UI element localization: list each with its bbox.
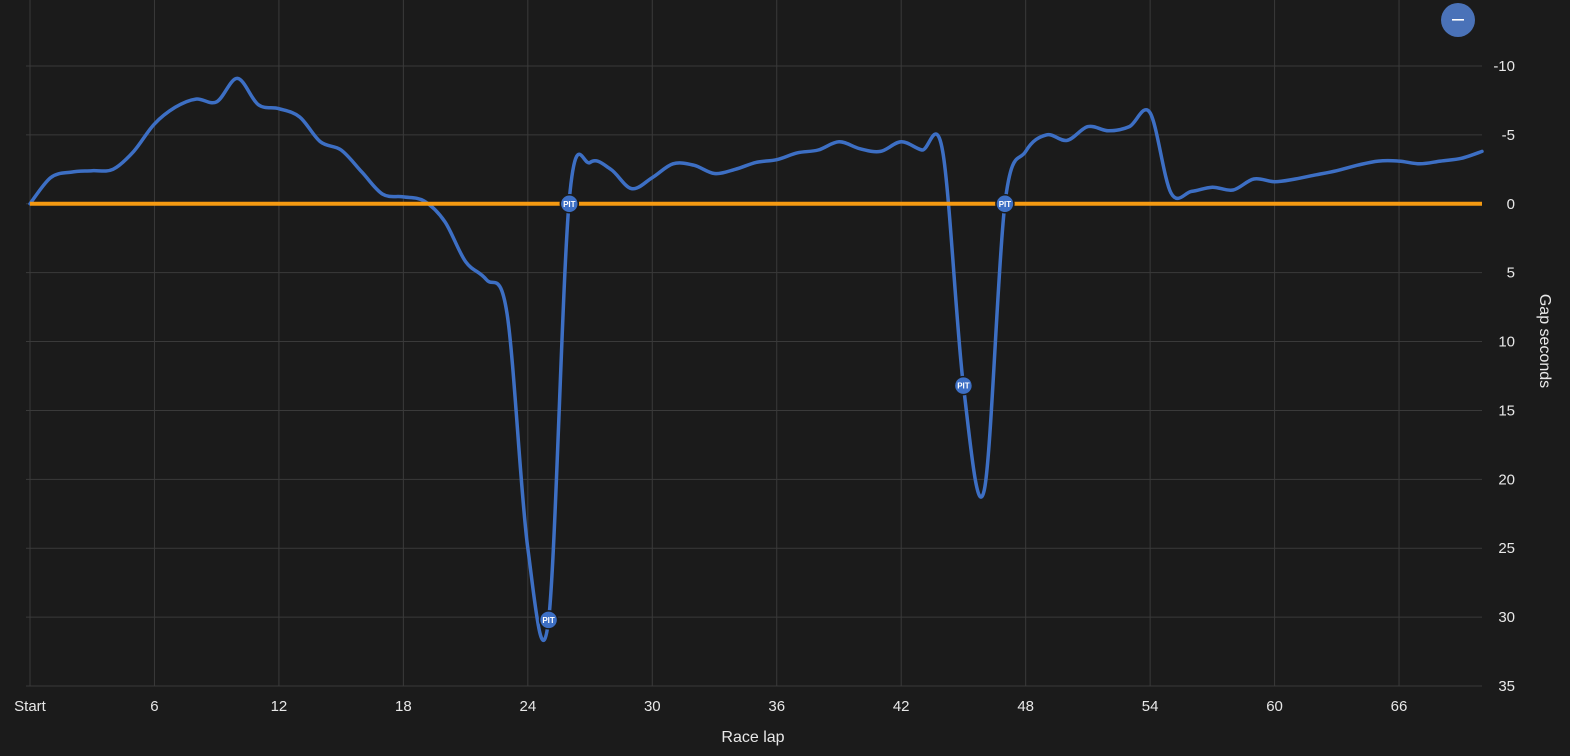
x-axis: Start 6 12 18 24 30 36 42 48 54 60 66 bbox=[14, 698, 1407, 715]
x-tick-label: 18 bbox=[395, 698, 412, 715]
chart-svg: Start 6 12 18 24 30 36 42 48 54 60 66 -10 -5 0 5 10 15 20… bbox=[14, 0, 1553, 746]
y-axis-title: Gap seconds bbox=[1536, 294, 1553, 388]
minus-icon[interactable] bbox=[1452, 19, 1464, 21]
x-tick-label: 24 bbox=[519, 698, 536, 715]
x-tick-label: Start bbox=[14, 698, 47, 715]
x-tick-label: 66 bbox=[1391, 698, 1408, 715]
x-tick-label: 60 bbox=[1266, 698, 1283, 715]
pit-marker-label: PIT bbox=[999, 200, 1012, 209]
y-tick-label: 20 bbox=[1498, 471, 1515, 488]
y-tick-label: -5 bbox=[1502, 127, 1515, 144]
pit-marker: PIT bbox=[538, 610, 559, 630]
x-tick-label: 48 bbox=[1017, 698, 1034, 715]
x-tick-label: 30 bbox=[644, 698, 661, 715]
y-tick-label: 30 bbox=[1498, 609, 1515, 626]
pit-marker: PIT bbox=[995, 194, 1015, 214]
pit-marker-label: PIT bbox=[957, 382, 970, 391]
y-tick-label: 5 bbox=[1507, 265, 1515, 282]
collapse-button[interactable] bbox=[1441, 3, 1475, 37]
grid bbox=[26, 0, 1482, 687]
series-layer bbox=[28, 76, 1484, 642]
gap-chart: Start 6 12 18 24 30 36 42 48 54 60 66 -10 -5 0 5 10 15 20… bbox=[0, 0, 1570, 751]
y-tick-label: -10 bbox=[1493, 58, 1515, 75]
pit-marker: PIT bbox=[953, 375, 974, 396]
y-tick-label: 0 bbox=[1507, 196, 1515, 213]
x-tick-label: 6 bbox=[150, 698, 158, 715]
pit-marker-label: PIT bbox=[542, 616, 555, 625]
driver-gap-line bbox=[28, 76, 1484, 642]
x-axis-title: Race lap bbox=[721, 729, 784, 746]
y-tick-label: 25 bbox=[1498, 540, 1515, 557]
x-tick-label: 54 bbox=[1142, 698, 1159, 715]
y-tick-label: 35 bbox=[1498, 678, 1515, 695]
pit-marker-label: PIT bbox=[563, 200, 576, 209]
x-tick-label: 42 bbox=[893, 698, 910, 715]
x-tick-label: 12 bbox=[271, 698, 288, 715]
x-tick-label: 36 bbox=[768, 698, 785, 715]
pit-marker: PIT bbox=[559, 194, 580, 214]
y-tick-label: 15 bbox=[1498, 402, 1515, 419]
y-tick-label: 10 bbox=[1498, 334, 1515, 351]
y-axis: -10 -5 0 5 10 15 20 25 30 35 bbox=[1493, 58, 1515, 695]
